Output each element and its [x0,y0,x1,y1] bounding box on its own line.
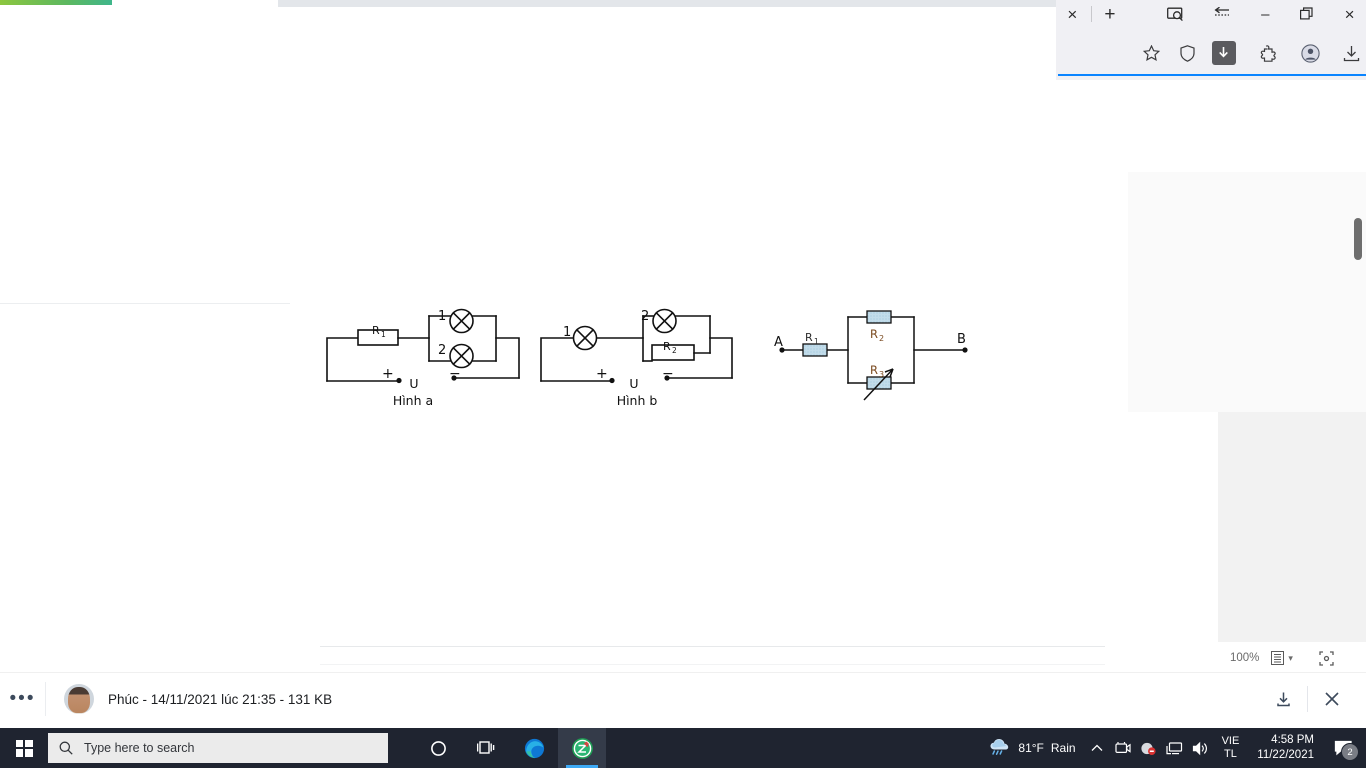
account-avatar-icon[interactable] [1295,38,1324,68]
downloads-active-highlight[interactable] [1211,41,1236,65]
pdf-zoom-toolbar: 100% ▾ [1230,645,1366,671]
close-window-button[interactable]: × [1333,0,1366,28]
viewer-actions [1259,673,1366,725]
photo-caption: Phúc - 14/11/2021 lúc 21:35 - 131 KB [108,691,333,707]
weather-widget[interactable]: 81°F Rain [981,738,1083,759]
weather-condition: Rain [1050,741,1076,755]
chevron-up-icon[interactable] [1084,728,1110,768]
background-panel-top [1104,76,1366,172]
background-panel-lower-right [1218,412,1366,642]
browser-toolbar [1056,30,1366,76]
windows-start-icon[interactable] [0,728,48,768]
fit-to-screen-icon[interactable] [1319,650,1334,666]
page-scrollbar[interactable] [1352,80,1364,640]
minimize-button[interactable]: – [1249,0,1282,28]
close-tab-button[interactable]: × [1056,0,1089,28]
system-tray: 81°F Rain VIE TL 4:58 PM 11/22/2021 2 [981,728,1366,768]
document-canvas [0,5,1130,649]
document-divider [0,303,290,304]
weather-temperature: 81°F [1018,741,1044,755]
cortana-circle-icon[interactable] [414,728,462,768]
window-top-strip [278,0,1058,7]
extensions-puzzle-icon[interactable] [1254,38,1283,68]
language-line-2: TL [1224,748,1237,760]
microsoft-edge-icon[interactable] [510,728,558,768]
tabstrip-divider [1090,6,1092,22]
background-panel-lower-left [1128,412,1218,642]
shield-icon[interactable] [1173,38,1202,68]
tab-search-icon[interactable] [1159,0,1192,28]
new-tab-button[interactable]: + [1094,0,1127,28]
loading-progress-strip [0,0,112,5]
avatar [64,684,94,714]
document-divider-bottom [320,664,1105,665]
photo-viewer-bar: ••• Phúc - 14/11/2021 lúc 21:35 - 131 KB [0,672,1366,725]
clock-time: 4:58 PM [1271,734,1314,746]
browser-tabstrip: × + – × [1056,0,1366,28]
search-icon [48,741,84,755]
panel-white-gutter [1104,76,1128,172]
language-indicator[interactable]: VIE TL [1214,735,1248,761]
windows-taskbar: Type here to search 81°F Rain VIE TL 4:5… [0,728,1366,768]
browser-window-chrome: × + – × [1056,0,1366,80]
unikey-icon[interactable] [1136,728,1162,768]
notification-count-badge: 2 [1341,743,1359,761]
background-panel-middle [1128,172,1366,412]
network-monitor-icon[interactable] [1162,728,1188,768]
document-divider-lower [320,646,1105,647]
viewer-separator [45,682,46,716]
search-input[interactable]: Type here to search [48,733,388,763]
volume-icon[interactable] [1188,728,1214,768]
camera-icon[interactable] [1110,728,1136,768]
history-recent-icon[interactable] [1205,0,1238,28]
restore-window-button[interactable] [1291,0,1324,28]
browser-active-underline [1058,74,1366,76]
download-icon[interactable] [1259,673,1307,725]
zalo-icon[interactable] [558,728,606,768]
language-line-1: VIE [1221,735,1240,747]
clock-date: 11/22/2021 [1257,749,1314,761]
task-view-icon[interactable] [462,728,510,768]
search-placeholder-text: Type here to search [84,741,195,755]
rain-cloud-icon [989,738,1011,759]
downloads-arrow-icon[interactable] [1209,38,1238,68]
more-options-button[interactable]: ••• [0,673,45,725]
close-icon[interactable] [1308,673,1356,725]
save-download-icon[interactable] [1337,38,1366,68]
scrollbar-thumb[interactable] [1354,218,1362,260]
clock[interactable]: 4:58 PM 11/22/2021 [1247,733,1324,763]
zoom-level-label[interactable]: 100% [1230,652,1259,664]
bookmark-star-icon[interactable] [1136,38,1165,68]
notification-icon[interactable]: 2 [1324,728,1362,768]
page-layout-caret-icon[interactable]: ▾ [1288,653,1293,664]
page-layout-icon[interactable] [1271,651,1285,665]
